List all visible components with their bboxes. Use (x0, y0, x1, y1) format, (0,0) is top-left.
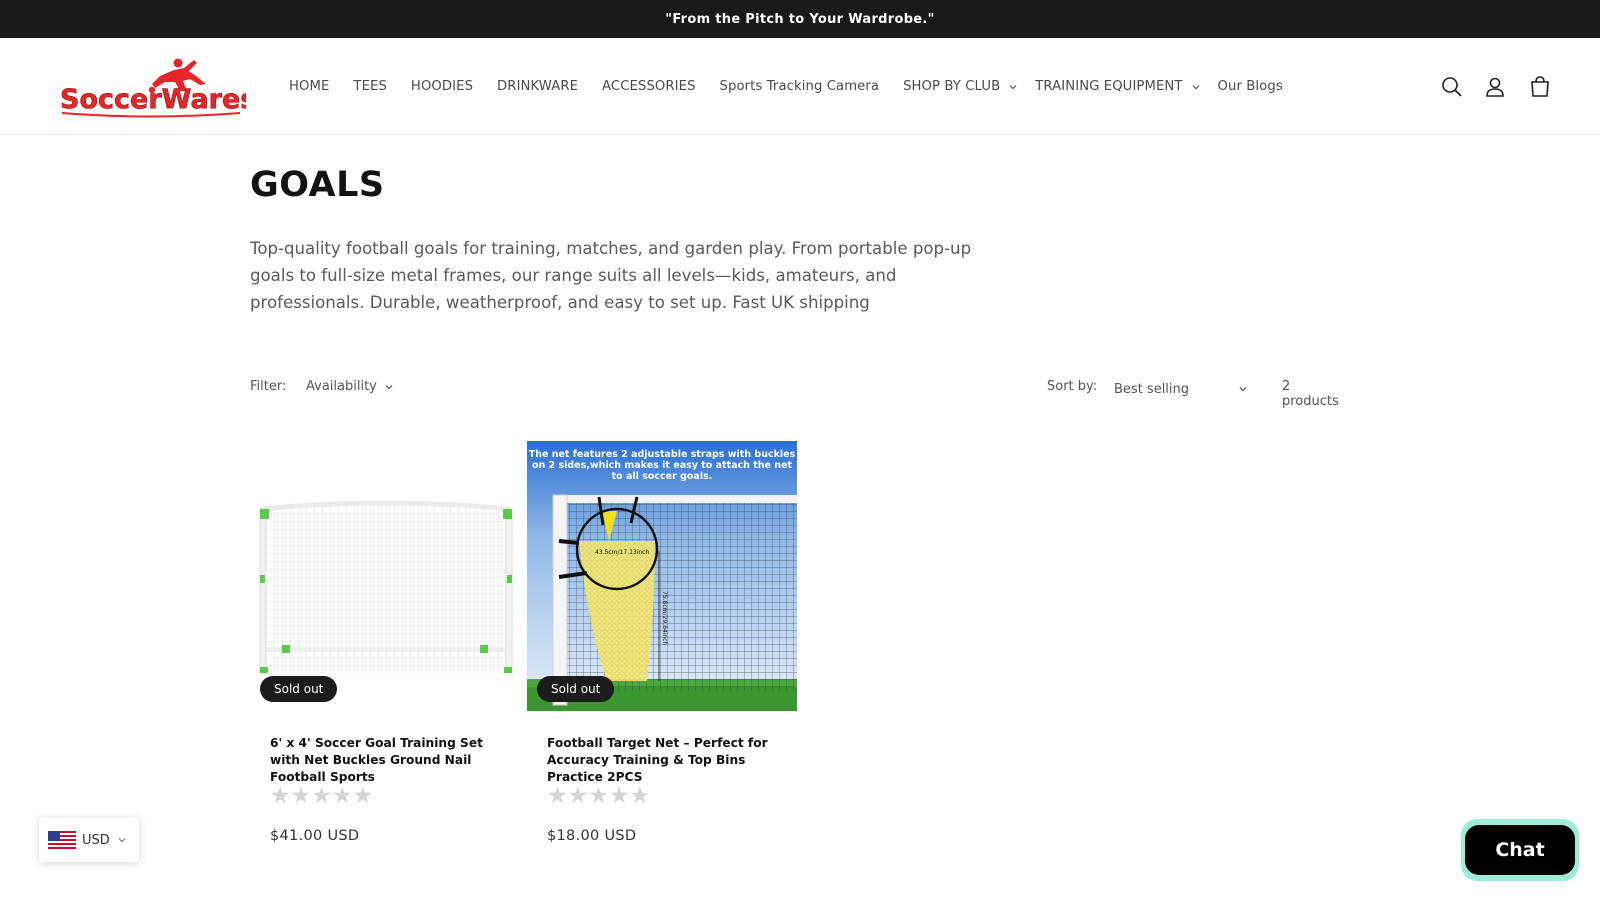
chevron-down-icon (1009, 84, 1017, 89)
image-caption-line: The net features 2 adjustable straps wit… (529, 449, 796, 460)
product-count: 2 products (1282, 379, 1339, 409)
logo-graphic: SoccerWares (60, 58, 257, 118)
chevron-down-icon (1239, 387, 1247, 392)
availability-label: Availability (306, 379, 377, 394)
us-flag-icon (48, 831, 76, 849)
chevron-down-icon (118, 838, 126, 843)
nav-label: DRINKWARE (497, 79, 579, 94)
currency-selector[interactable]: USD (39, 818, 139, 862)
nav-item-our-blogs[interactable]: Our Blogs (1218, 79, 1283, 94)
announcement-text: "From the Pitch to Your Wardrobe." (665, 11, 935, 27)
site-header: SoccerWares HOME TEES HOODIES DRINKWARE … (0, 38, 1600, 135)
chevron-down-icon (385, 384, 393, 389)
search-icon[interactable] (1439, 74, 1465, 100)
announcement-bar: "From the Pitch to Your Wardrobe." (0, 0, 1600, 38)
chat-button-ring: Chat (1464, 823, 1576, 877)
nav-item-hoodies[interactable]: HOODIES (411, 79, 473, 94)
goal-image (250, 441, 520, 711)
nav-label: ACCESSORIES (602, 79, 696, 94)
nav-item-tees[interactable]: TEES (353, 79, 387, 94)
nav-label: HOME (289, 79, 330, 94)
chat-label: Chat (1495, 839, 1545, 861)
target-net-image: The net features 2 adjustable straps wit… (527, 441, 797, 711)
product-price: $41.00 USD (270, 828, 360, 844)
sort-value: Best selling (1114, 381, 1190, 397)
nav-item-accessories[interactable]: ACCESSORIES (602, 79, 696, 94)
chat-button-pill: Chat (1465, 825, 1575, 875)
rating-stars: ★★★★★ (547, 783, 651, 809)
rating-stars: ★★★★★ (270, 783, 374, 809)
sold-out-badge: Sold out (537, 676, 615, 702)
sort-label: Sort by: (1047, 379, 1098, 394)
filter-bar: Filter: Availability Sort by: Best selli… (250, 377, 1350, 409)
filter-label: Filter: (250, 379, 287, 394)
nav-item-sports-tracking-camera[interactable]: Sports Tracking Camera (720, 79, 880, 94)
logo-wordmark: SoccerWares (60, 84, 246, 115)
product-price: $18.00 USD (547, 828, 637, 844)
nav-label: HOODIES (410, 79, 474, 94)
cart-icon[interactable] (1527, 74, 1553, 100)
product-image[interactable]: The net features 2 adjustable straps wit… (527, 441, 797, 711)
image-caption-line: to all soccer goals. (612, 471, 713, 482)
image-caption-line: on 2 sides,which makes it easy to attach… (532, 460, 793, 471)
nav-item-drinkware[interactable]: DRINKWARE (497, 79, 578, 94)
availability-filter[interactable]: Availability (306, 379, 395, 394)
nav-label: Sports Tracking Camera (719, 79, 880, 94)
sort-select[interactable]: Best selling (1114, 377, 1249, 401)
nav-label: TRAINING EQUIPMENT (1035, 79, 1183, 94)
product-image[interactable]: Sold out (250, 441, 520, 711)
nav-label: SHOP BY CLUB (903, 79, 1001, 94)
nav-item-training-equipment[interactable]: TRAINING EQUIPMENT (1035, 79, 1201, 94)
page-title: GOALS (250, 165, 385, 205)
nav-item-shop-by-club[interactable]: SHOP BY CLUB (903, 79, 1019, 94)
brand-logo[interactable]: SoccerWares (56, 54, 257, 120)
nav-label: TEES (353, 79, 387, 94)
currency-code: USD (82, 832, 110, 848)
nav-item-home[interactable]: HOME (289, 79, 329, 94)
nav-label: Our Blogs (1217, 79, 1283, 94)
product-title[interactable]: 6' x 4' Soccer Goal Training Set with Ne… (270, 735, 505, 786)
chevron-down-icon (1192, 84, 1199, 89)
image-dimension-label: 43.5cm/17.13inch (595, 549, 649, 556)
collection-description: Top-quality football goals for training,… (250, 239, 972, 312)
product-title[interactable]: Football Target Net – Perfect for Accura… (547, 735, 782, 786)
main-nav: HOME TEES HOODIES DRINKWARE ACCESSORIES … (289, 38, 1307, 135)
sold-out-badge: Sold out (260, 676, 338, 702)
account-icon[interactable] (1482, 74, 1508, 100)
chat-button[interactable]: Chat (1461, 819, 1579, 881)
image-dimension-label: 75.8cm/29.84inch (661, 591, 668, 645)
